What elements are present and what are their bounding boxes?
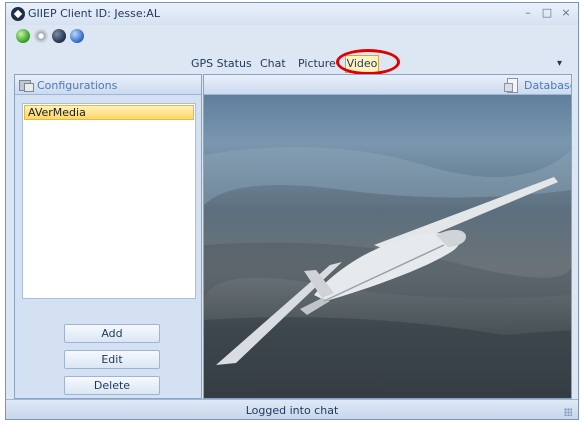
edit-button[interactable]: Edit <box>64 350 160 369</box>
maximize-button[interactable]: □ <box>537 5 557 21</box>
app-logo-icon[interactable] <box>11 7 25 21</box>
green-status-icon[interactable] <box>16 29 30 43</box>
window-title: GIIEP Client ID: Jesse:AL <box>28 7 160 20</box>
gear-icon[interactable] <box>34 29 48 43</box>
quick-access-toolbar <box>14 27 94 47</box>
help-icon[interactable] <box>70 29 84 43</box>
minimize-button[interactable]: – <box>518 5 538 21</box>
red-highlight-annotation <box>336 49 400 75</box>
delete-button[interactable]: Delete <box>64 376 160 395</box>
close-button[interactable]: × <box>556 5 576 21</box>
ribbon-menu-chevron-icon[interactable]: ▾ <box>557 58 562 69</box>
video-panel: Database <box>203 74 572 399</box>
globe-icon[interactable] <box>52 29 66 43</box>
configurations-header: Configurations <box>15 75 201 95</box>
list-item-avermedia[interactable]: AVerMedia <box>24 105 194 120</box>
video-panel-header: Database <box>204 75 571 95</box>
resize-grip-icon[interactable] <box>564 408 572 416</box>
status-bar: Logged into chat <box>6 399 578 419</box>
aircraft-image <box>204 147 571 398</box>
configurations-title: Configurations <box>37 79 118 92</box>
title-bar[interactable]: GIIEP Client ID: Jesse:AL – □ × <box>6 3 578 25</box>
add-button[interactable]: Add <box>64 324 160 343</box>
tab-gps-status[interactable]: GPS Status <box>191 55 252 73</box>
configurations-panel: Configurations AVerMedia Add Edit Delete <box>14 74 202 399</box>
database-icon[interactable] <box>504 78 520 93</box>
configurations-list[interactable]: AVerMedia <box>22 103 196 299</box>
status-text: Logged into chat <box>245 404 339 417</box>
database-label[interactable]: Database <box>524 79 571 92</box>
tab-chat[interactable]: Chat <box>260 55 286 73</box>
tab-picture[interactable]: Picture <box>298 55 336 73</box>
video-feed[interactable] <box>204 95 571 398</box>
app-window: GIIEP Client ID: Jesse:AL – □ × GPS Stat… <box>5 2 579 420</box>
configurations-icon <box>19 78 34 92</box>
